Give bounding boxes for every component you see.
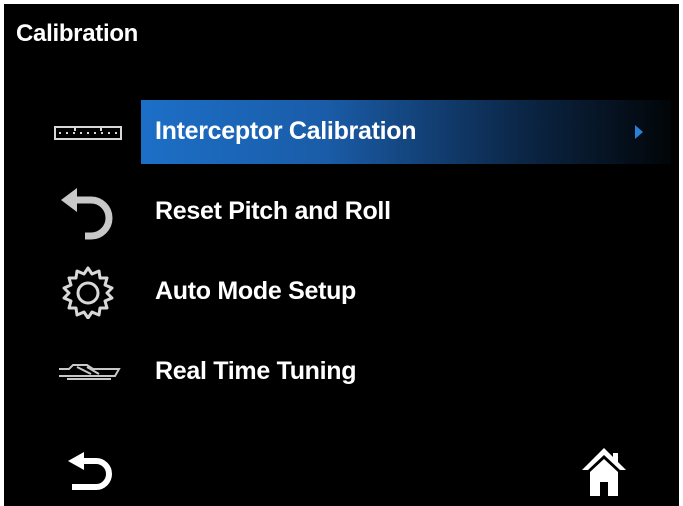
back-button[interactable] bbox=[62, 450, 118, 502]
home-button[interactable] bbox=[576, 446, 632, 503]
menu-item-auto-mode-setup[interactable]: Auto Mode Setup bbox=[4, 260, 679, 324]
chevron-right-icon bbox=[635, 125, 643, 139]
page-title: Calibration bbox=[16, 20, 139, 47]
menu-item-label: Interceptor Calibration bbox=[155, 117, 417, 145]
back-icon bbox=[64, 451, 116, 501]
home-icon bbox=[580, 446, 628, 503]
menu-item-real-time-tuning[interactable]: Real Time Tuning bbox=[4, 340, 679, 404]
menu-item-label: Real Time Tuning bbox=[155, 357, 357, 385]
interceptor-icon bbox=[48, 106, 128, 158]
boat-icon bbox=[48, 346, 128, 398]
menu-item-label: Reset Pitch and Roll bbox=[155, 197, 391, 225]
gear-icon bbox=[48, 266, 128, 319]
menu-item-reset-pitch-and-roll[interactable]: Reset Pitch and Roll bbox=[4, 180, 679, 244]
menu-item-label: Auto Mode Setup bbox=[155, 277, 357, 305]
menu-item-interceptor-calibration[interactable]: Interceptor Calibration bbox=[4, 100, 679, 164]
reset-arrow-icon bbox=[48, 186, 128, 240]
calibration-screen: Calibration Interceptor Calibration Rese… bbox=[4, 4, 679, 506]
